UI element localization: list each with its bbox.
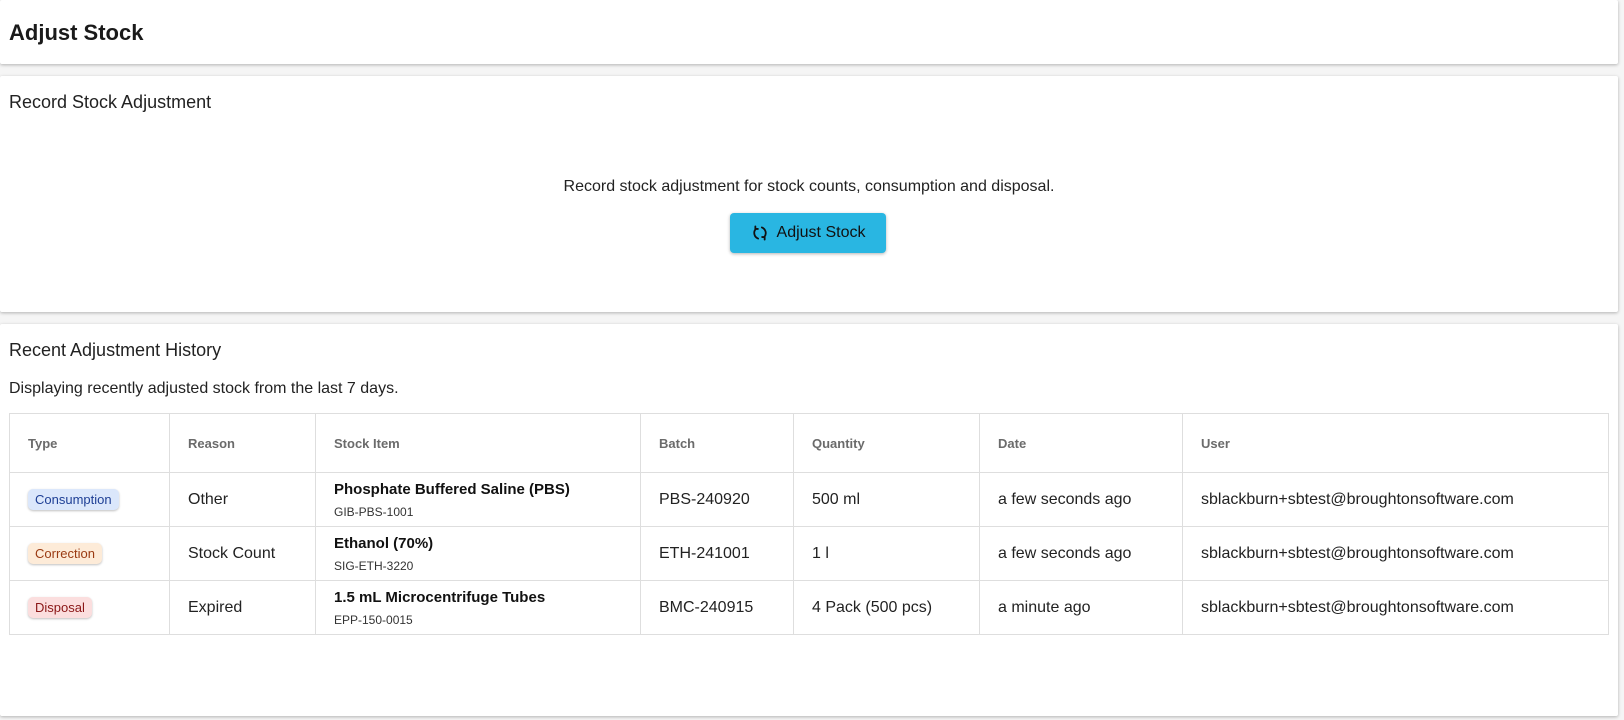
stock-item-name: Phosphate Buffered Saline (PBS) [334, 480, 570, 498]
table-row[interactable]: Correction Stock Count Ethanol (70%) SIG… [9, 526, 1609, 581]
type-cell: Disposal [9, 580, 170, 635]
stock-item-cell: Ethanol (70%) SIG-ETH-3220 [315, 526, 641, 581]
type-cell: Consumption [9, 472, 170, 527]
table-row[interactable]: Disposal Expired 1.5 mL Microcentrifuge … [9, 580, 1609, 635]
quantity-cell: 500 ml [793, 472, 980, 527]
user-cell: sblackburn+sbtest@broughtonsoftware.com [1182, 526, 1609, 581]
adjust-stock-button-label: Adjust Stock [776, 224, 866, 241]
adjust-stock-button[interactable]: Adjust Stock [730, 213, 886, 253]
batch-cell: PBS-240920 [640, 472, 794, 527]
stock-item-cell: Phosphate Buffered Saline (PBS) GIB-PBS-… [315, 472, 641, 527]
record-section-title: Record Stock Adjustment [9, 92, 212, 112]
reason-cell: Stock Count [169, 526, 316, 581]
page-header: Adjust Stock [0, 0, 1618, 64]
record-description: Record stock adjustment for stock counts… [563, 178, 1055, 195]
batch-cell: BMC-240915 [640, 580, 794, 635]
stock-item-name: Ethanol (70%) [334, 534, 434, 552]
history-section-title: Recent Adjustment History [9, 340, 222, 360]
history-description: Displaying recently adjusted stock from … [9, 380, 399, 397]
reason-cell: Expired [169, 580, 316, 635]
type-badge: Correction [28, 543, 102, 564]
page: Adjust Stock Record Stock Adjustment Rec… [0, 0, 1618, 720]
refresh-icon [751, 224, 769, 242]
stock-item-name: 1.5 mL Microcentrifuge Tubes [334, 588, 546, 606]
stock-item-cell: 1.5 mL Microcentrifuge Tubes EPP-150-001… [315, 580, 641, 635]
batch-cell: ETH-241001 [640, 526, 794, 581]
user-cell: sblackburn+sbtest@broughtonsoftware.com [1182, 472, 1609, 527]
column-header-date[interactable]: Date [979, 413, 1183, 473]
stock-item-code: GIB-PBS-1001 [334, 504, 414, 519]
date-cell: a minute ago [979, 580, 1183, 635]
user-cell: sblackburn+sbtest@broughtonsoftware.com [1182, 580, 1609, 635]
type-cell: Correction [9, 526, 170, 581]
column-header-batch[interactable]: Batch [640, 413, 794, 473]
type-badge: Disposal [28, 597, 92, 618]
adjustment-history-card: Recent Adjustment History Displaying rec… [0, 324, 1618, 716]
quantity-cell: 4 Pack (500 pcs) [793, 580, 980, 635]
type-badge: Consumption [28, 489, 119, 510]
column-header-reason[interactable]: Reason [169, 413, 316, 473]
date-cell: a few seconds ago [979, 526, 1183, 581]
reason-cell: Other [169, 472, 316, 527]
column-header-quantity[interactable]: Quantity [793, 413, 980, 473]
stock-item-code: SIG-ETH-3220 [334, 558, 414, 573]
table-header-row: Type Reason Stock Item Batch Quantity Da… [9, 413, 1609, 473]
record-adjustment-card: Record Stock Adjustment Record stock adj… [0, 76, 1618, 312]
column-header-type[interactable]: Type [9, 413, 170, 473]
history-table-wrapper: Type Reason Stock Item Batch Quantity Da… [9, 413, 1609, 635]
column-header-user[interactable]: User [1182, 413, 1609, 473]
quantity-cell: 1 l [793, 526, 980, 581]
stock-item-code: EPP-150-0015 [334, 612, 413, 627]
date-cell: a few seconds ago [979, 472, 1183, 527]
history-table: Type Reason Stock Item Batch Quantity Da… [9, 413, 1609, 635]
table-row[interactable]: Consumption Other Phosphate Buffered Sal… [9, 472, 1609, 527]
column-header-stock-item[interactable]: Stock Item [315, 413, 641, 473]
page-title: Adjust Stock [9, 20, 144, 45]
